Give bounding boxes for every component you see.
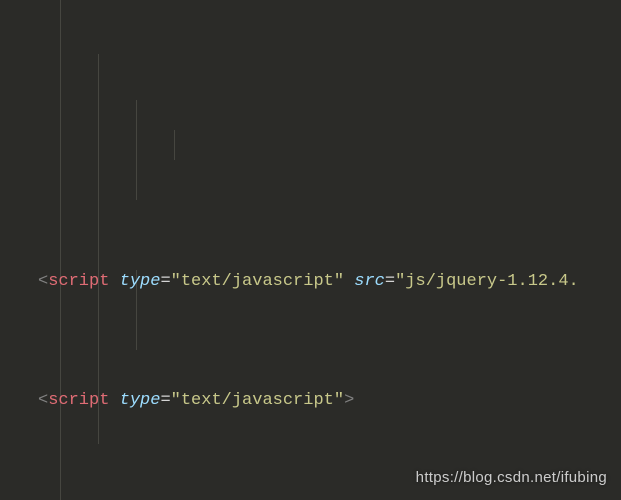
tag-script: script: [48, 272, 109, 291]
string-src: "js/jquery-1.12.4.: [395, 272, 579, 291]
indent-guide: [136, 100, 137, 200]
equals: =: [385, 272, 395, 291]
indent-guide: [98, 54, 99, 444]
equals: =: [160, 391, 170, 410]
code-line: <script type="text/javascript" src="js/j…: [0, 270, 621, 294]
attr-type: type: [120, 272, 161, 291]
attr-src: src: [354, 272, 385, 291]
attr-type: type: [120, 391, 161, 410]
angle-open: <: [38, 272, 48, 291]
string-textjs: "text/javascript": [171, 391, 344, 410]
tag-script: script: [48, 391, 109, 410]
code-editor[interactable]: <script type="text/javascript" src="js/j…: [0, 0, 621, 500]
indent-guide: [174, 130, 175, 160]
angle-close: >: [344, 391, 354, 410]
indent-guide: [60, 0, 61, 500]
string-textjs: "text/javascript": [171, 272, 344, 291]
watermark-text: https://blog.csdn.net/ifubing: [416, 466, 607, 490]
angle-open: <: [38, 391, 48, 410]
equals: =: [160, 272, 170, 291]
code-line: <script type="text/javascript">: [0, 389, 621, 413]
